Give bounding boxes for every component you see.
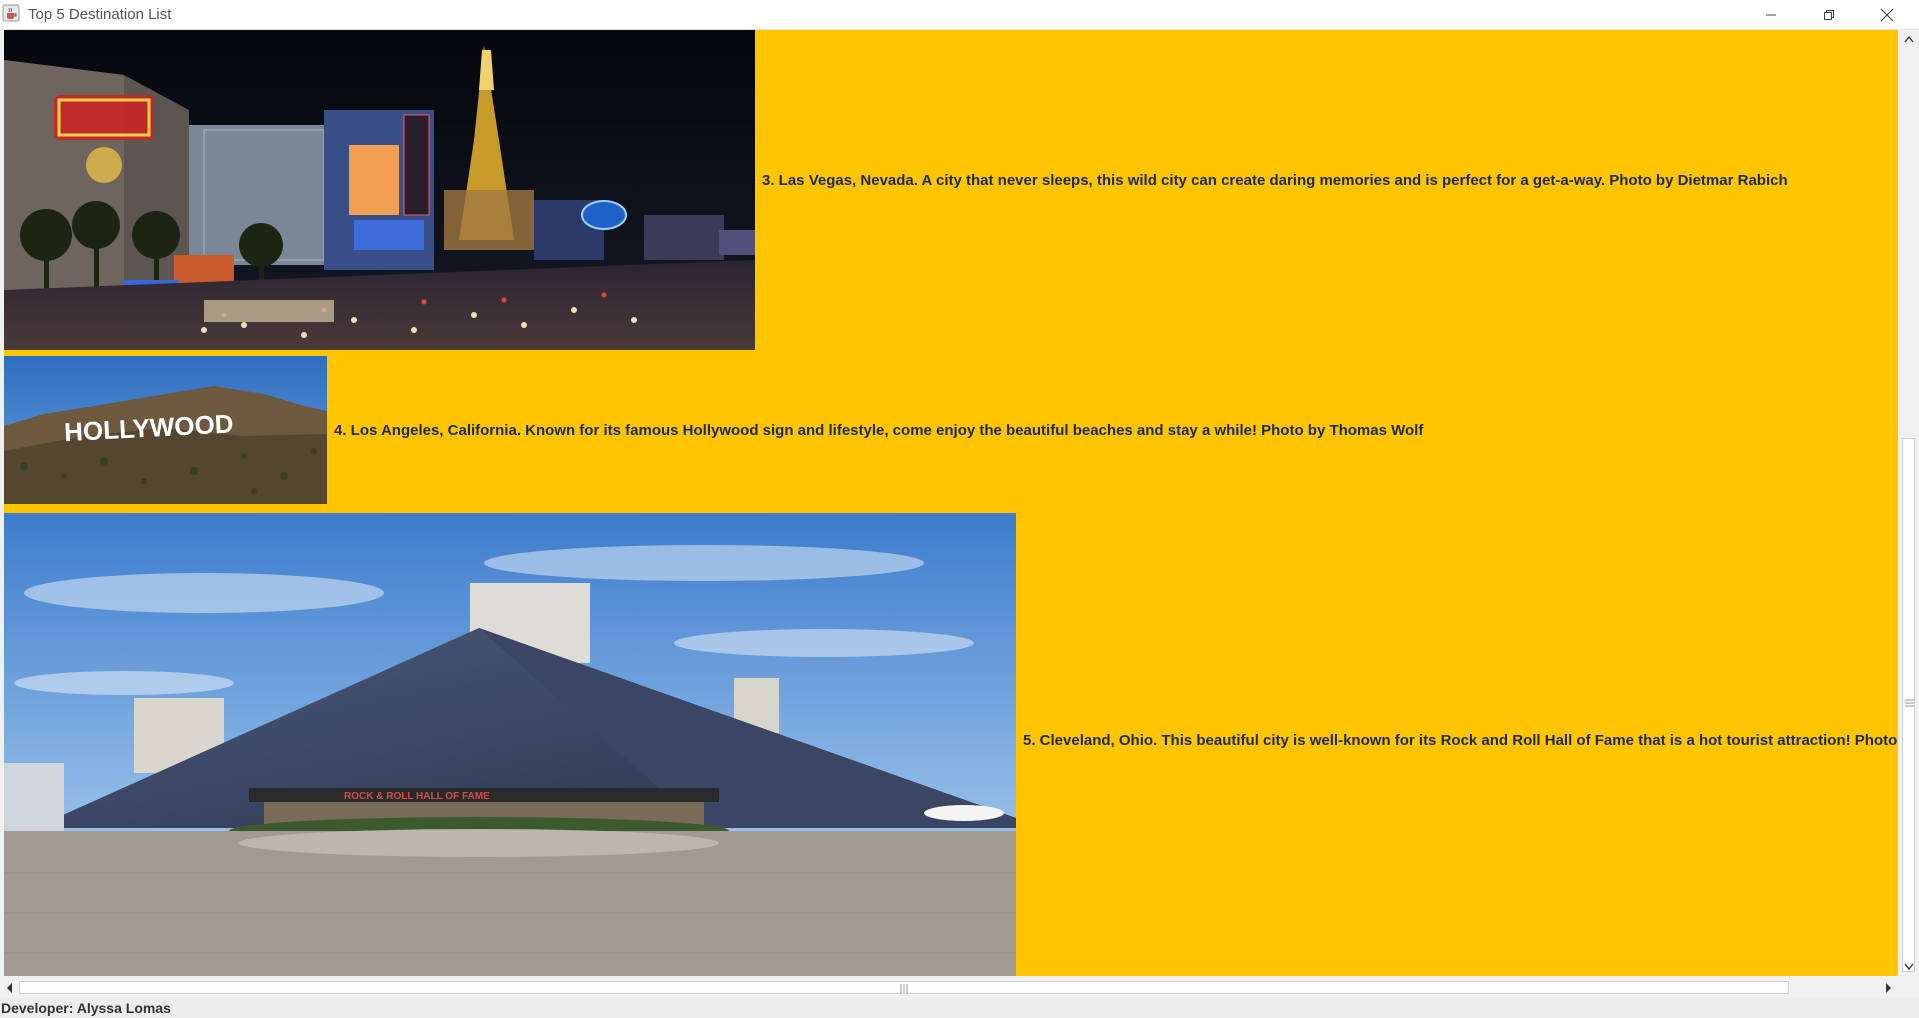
grip-icon: [1905, 699, 1914, 707]
developer-label: Developer: Alyssa Lomas: [1, 1000, 171, 1016]
las-vegas-caption: 3. Las Vegas, Nevada. A city that never …: [762, 172, 1788, 189]
java-cup-icon: [2, 4, 20, 22]
scroll-left-icon[interactable]: [3, 981, 17, 995]
list-item: 3. Las Vegas, Nevada. A city that never …: [4, 30, 1898, 356]
close-button[interactable]: [1858, 0, 1916, 29]
horizontal-scroll-thumb[interactable]: [19, 981, 1789, 994]
scrollbar-corner: [1898, 977, 1919, 998]
window-title: Top 5 Destination List: [28, 6, 172, 23]
vertical-scroll-thumb[interactable]: [1902, 438, 1915, 972]
list-item: ROCK & ROLL HALL OF FAME 5. Cleveland, O…: [4, 513, 1898, 976]
destination-list-panel: 3. Las Vegas, Nevada. A city that never …: [4, 30, 1898, 976]
status-bar: Developer: Alyssa Lomas: [0, 998, 1919, 1018]
las-vegas-photo: [4, 30, 755, 350]
los-angeles-caption: 4. Los Angeles, California. Known for it…: [334, 422, 1424, 439]
list-item: HOLLYWOOD 4. Los Angeles, California. Kn…: [4, 356, 1898, 510]
scroll-right-icon[interactable]: [1881, 981, 1895, 995]
grip-icon: [900, 984, 908, 993]
restore-button[interactable]: [1800, 0, 1858, 29]
minimize-button[interactable]: [1742, 0, 1800, 29]
rock-hall-sign-text: ROCK & ROLL HALL OF FAME: [344, 791, 490, 802]
restore-icon: [1824, 9, 1834, 20]
rock-hall-photo: ROCK & ROLL HALL OF FAME: [4, 513, 1016, 976]
horizontal-scrollbar[interactable]: [0, 977, 1898, 998]
vertical-scrollbar[interactable]: [1898, 30, 1919, 976]
hollywood-photo: HOLLYWOOD: [4, 356, 327, 504]
title-bar: Top 5 Destination List: [0, 0, 1919, 30]
scroll-down-icon[interactable]: [1902, 959, 1916, 973]
scroll-up-icon[interactable]: [1902, 33, 1916, 47]
cleveland-caption: 5. Cleveland, Ohio. This beautiful city …: [1023, 732, 1898, 749]
minimize-icon: [1766, 14, 1776, 15]
close-icon: [1880, 8, 1894, 21]
